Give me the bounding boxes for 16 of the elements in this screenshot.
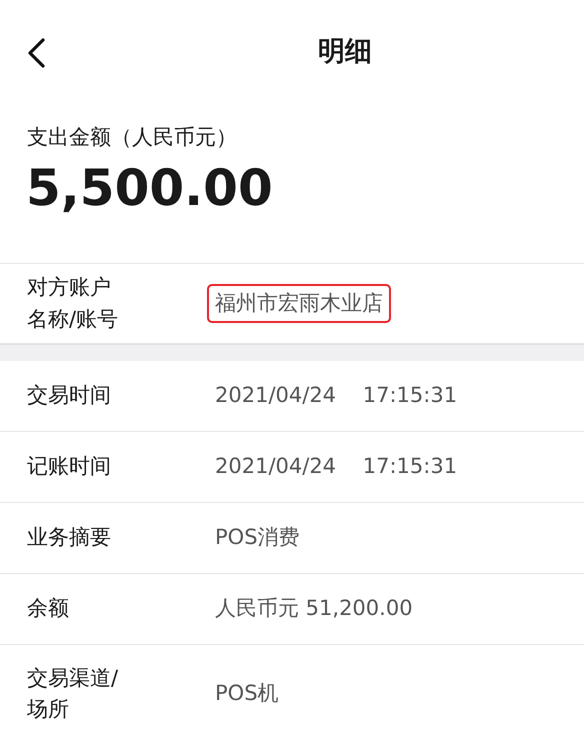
field-label: 记账时间 <box>27 453 112 480</box>
amount-label: 支出金额（人民币元） <box>26 124 238 150</box>
amount-value: 5,500.00 <box>0 150 584 264</box>
field-label: 余额 <box>27 595 70 622</box>
field-value: 2021/04/24 17:15:31 <box>214 453 458 480</box>
field-label: 对方账户名称/账号 <box>27 274 120 333</box>
field-label: 业务摘要 <box>27 524 112 552</box>
field-value: 福州市宏雨木业店 <box>207 284 391 324</box>
field-value: 2021/04/24 17:15:31 <box>214 382 458 410</box>
field-label: 交易时间 <box>27 382 112 410</box>
field-value: POS机 <box>214 680 280 708</box>
field-value: 人民币元 51,200.00 <box>214 595 414 622</box>
field-value: POS消费 <box>214 524 301 552</box>
back-icon <box>26 38 46 68</box>
page-title: 明细 <box>318 35 372 70</box>
field-label: 交易渠道/场所 <box>27 664 120 724</box>
